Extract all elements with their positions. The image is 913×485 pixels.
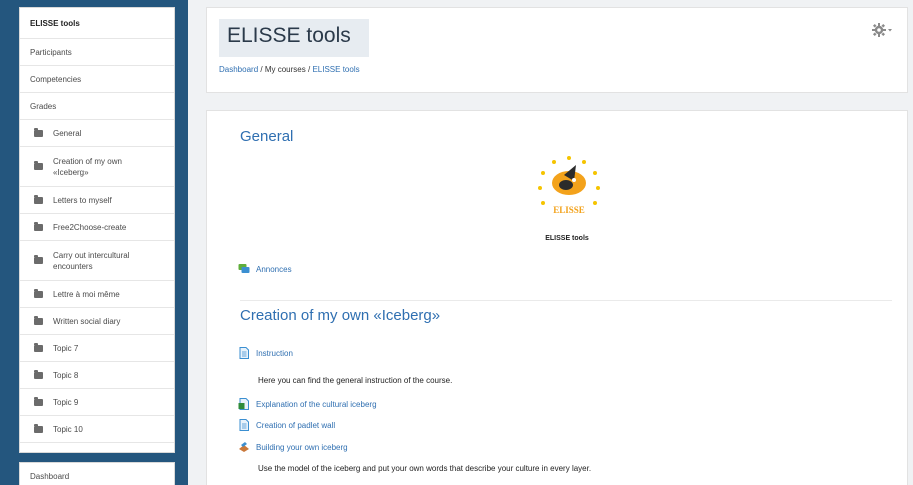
folder-icon	[34, 221, 43, 231]
folder-icon	[34, 127, 43, 137]
folder-icon	[34, 255, 43, 264]
activity-padlet[interactable]: Creation of padlet wall	[238, 419, 335, 431]
breadcrumb-separator: /	[307, 65, 311, 74]
breadcrumb-my-courses[interactable]: My courses	[265, 65, 306, 74]
nav-label: Topic 7	[53, 343, 79, 353]
folder-icon	[34, 194, 43, 204]
page-icon	[239, 347, 249, 359]
section-title-iceberg[interactable]: Creation of my own «Iceberg»	[240, 307, 440, 324]
nav-label: Lettre à moi même	[53, 289, 120, 299]
activity-label: Creation of padlet wall	[256, 420, 336, 430]
elisse-logo: ELISSE	[538, 156, 600, 215]
nav-section-free2choose[interactable]: Free2Choose-create	[20, 214, 174, 241]
nav-section-topic8[interactable]: Topic 8	[20, 362, 174, 389]
folder-icon	[34, 288, 43, 298]
breadcrumb-dashboard[interactable]: Dashboard	[219, 65, 258, 74]
nav-label: Topic 8	[53, 370, 79, 380]
activity-explanation[interactable]: Explanation of the cultural iceberg	[238, 398, 377, 410]
nav-section-diary[interactable]: Written social diary	[20, 308, 174, 335]
nav-label: Written social diary	[53, 316, 121, 326]
instruction-description: Here you can find the general instructio…	[258, 376, 453, 385]
settings-menu-button[interactable]	[871, 22, 893, 38]
building-description: Use the model of the iceberg and put you…	[258, 464, 592, 473]
nav-label: Dashboard	[30, 472, 70, 481]
activity-label: Instruction	[256, 348, 293, 358]
nav-competencies[interactable]: Competencies	[20, 66, 174, 93]
nav-label: Topic 10	[53, 424, 83, 434]
breadcrumb-separator: /	[260, 65, 263, 74]
folder-icon	[34, 342, 43, 352]
nav-label: Free2Choose-create	[53, 222, 127, 232]
gear-icon	[872, 23, 892, 37]
page-header: ELISSE tools Dashboard / My courses / EL…	[206, 7, 908, 93]
nav-section-topic10[interactable]: Topic 10	[20, 416, 174, 443]
nav-course-home[interactable]: ELISSE tools	[20, 8, 174, 39]
nav-section-topic7[interactable]: Topic 7	[20, 335, 174, 362]
nav-label: ELISSE tools	[30, 18, 80, 28]
forum-icon	[238, 264, 250, 273]
activity-label: Explanation of the cultural iceberg	[256, 399, 377, 409]
activity-building[interactable]: Building your own iceberg	[238, 441, 348, 453]
nav-label: Carry out intercultural encounters	[53, 250, 130, 271]
folder-icon	[34, 369, 43, 379]
nav-grades[interactable]: Grades	[20, 93, 174, 120]
nav-label: Grades	[30, 101, 57, 111]
logo-text: ELISSE	[553, 205, 585, 215]
breadcrumb-course[interactable]: ELISSE tools	[312, 65, 359, 74]
nav-dashboard[interactable]: Dashboard	[19, 462, 175, 485]
activity-label: Building your own iceberg	[256, 442, 348, 452]
breadcrumb: Dashboard / My courses / ELISSE tools	[219, 65, 360, 74]
nav-label: Competencies	[30, 74, 82, 84]
folder-icon	[34, 161, 43, 170]
logo-caption: ELISSE tools	[545, 235, 589, 242]
nav-section-topic9[interactable]: Topic 9	[20, 389, 174, 416]
page-icon	[239, 419, 249, 431]
nav-section-lettre[interactable]: Lettre à moi même	[20, 281, 174, 308]
nav-label: Topic 9	[53, 397, 79, 407]
page-title: ELISSE tools	[219, 19, 369, 57]
nav-section-iceberg[interactable]: Creation of my own «Iceberg»	[20, 147, 174, 187]
nav-label: Creation of my own «Iceberg»	[53, 156, 122, 177]
nav-participants[interactable]: Participants	[20, 39, 174, 66]
nav-label: General	[53, 128, 82, 138]
folder-icon	[34, 396, 43, 406]
activity-announcements[interactable]: Annonces	[238, 263, 292, 275]
assignment-icon	[239, 442, 249, 452]
activity-instruction[interactable]: Instruction	[238, 347, 293, 359]
section-title-general[interactable]: General	[240, 128, 293, 145]
nav-section-general[interactable]: General	[20, 120, 174, 147]
nav-label: Letters to myself	[53, 195, 112, 205]
nav-section-encounters[interactable]: Carry out intercultural encounters	[20, 241, 174, 281]
folder-icon	[34, 315, 43, 325]
folder-icon	[34, 423, 43, 433]
course-nav: ELISSE tools Participants Competencies G…	[19, 7, 175, 453]
nav-section-letters[interactable]: Letters to myself	[20, 187, 174, 214]
spreadsheet-icon	[238, 398, 249, 410]
activity-label: Annonces	[256, 264, 292, 274]
course-content: General ELISSE ELISSE tools Annonces Cre…	[206, 110, 908, 485]
nav-label: Participants	[30, 47, 72, 57]
section-divider	[240, 300, 892, 301]
